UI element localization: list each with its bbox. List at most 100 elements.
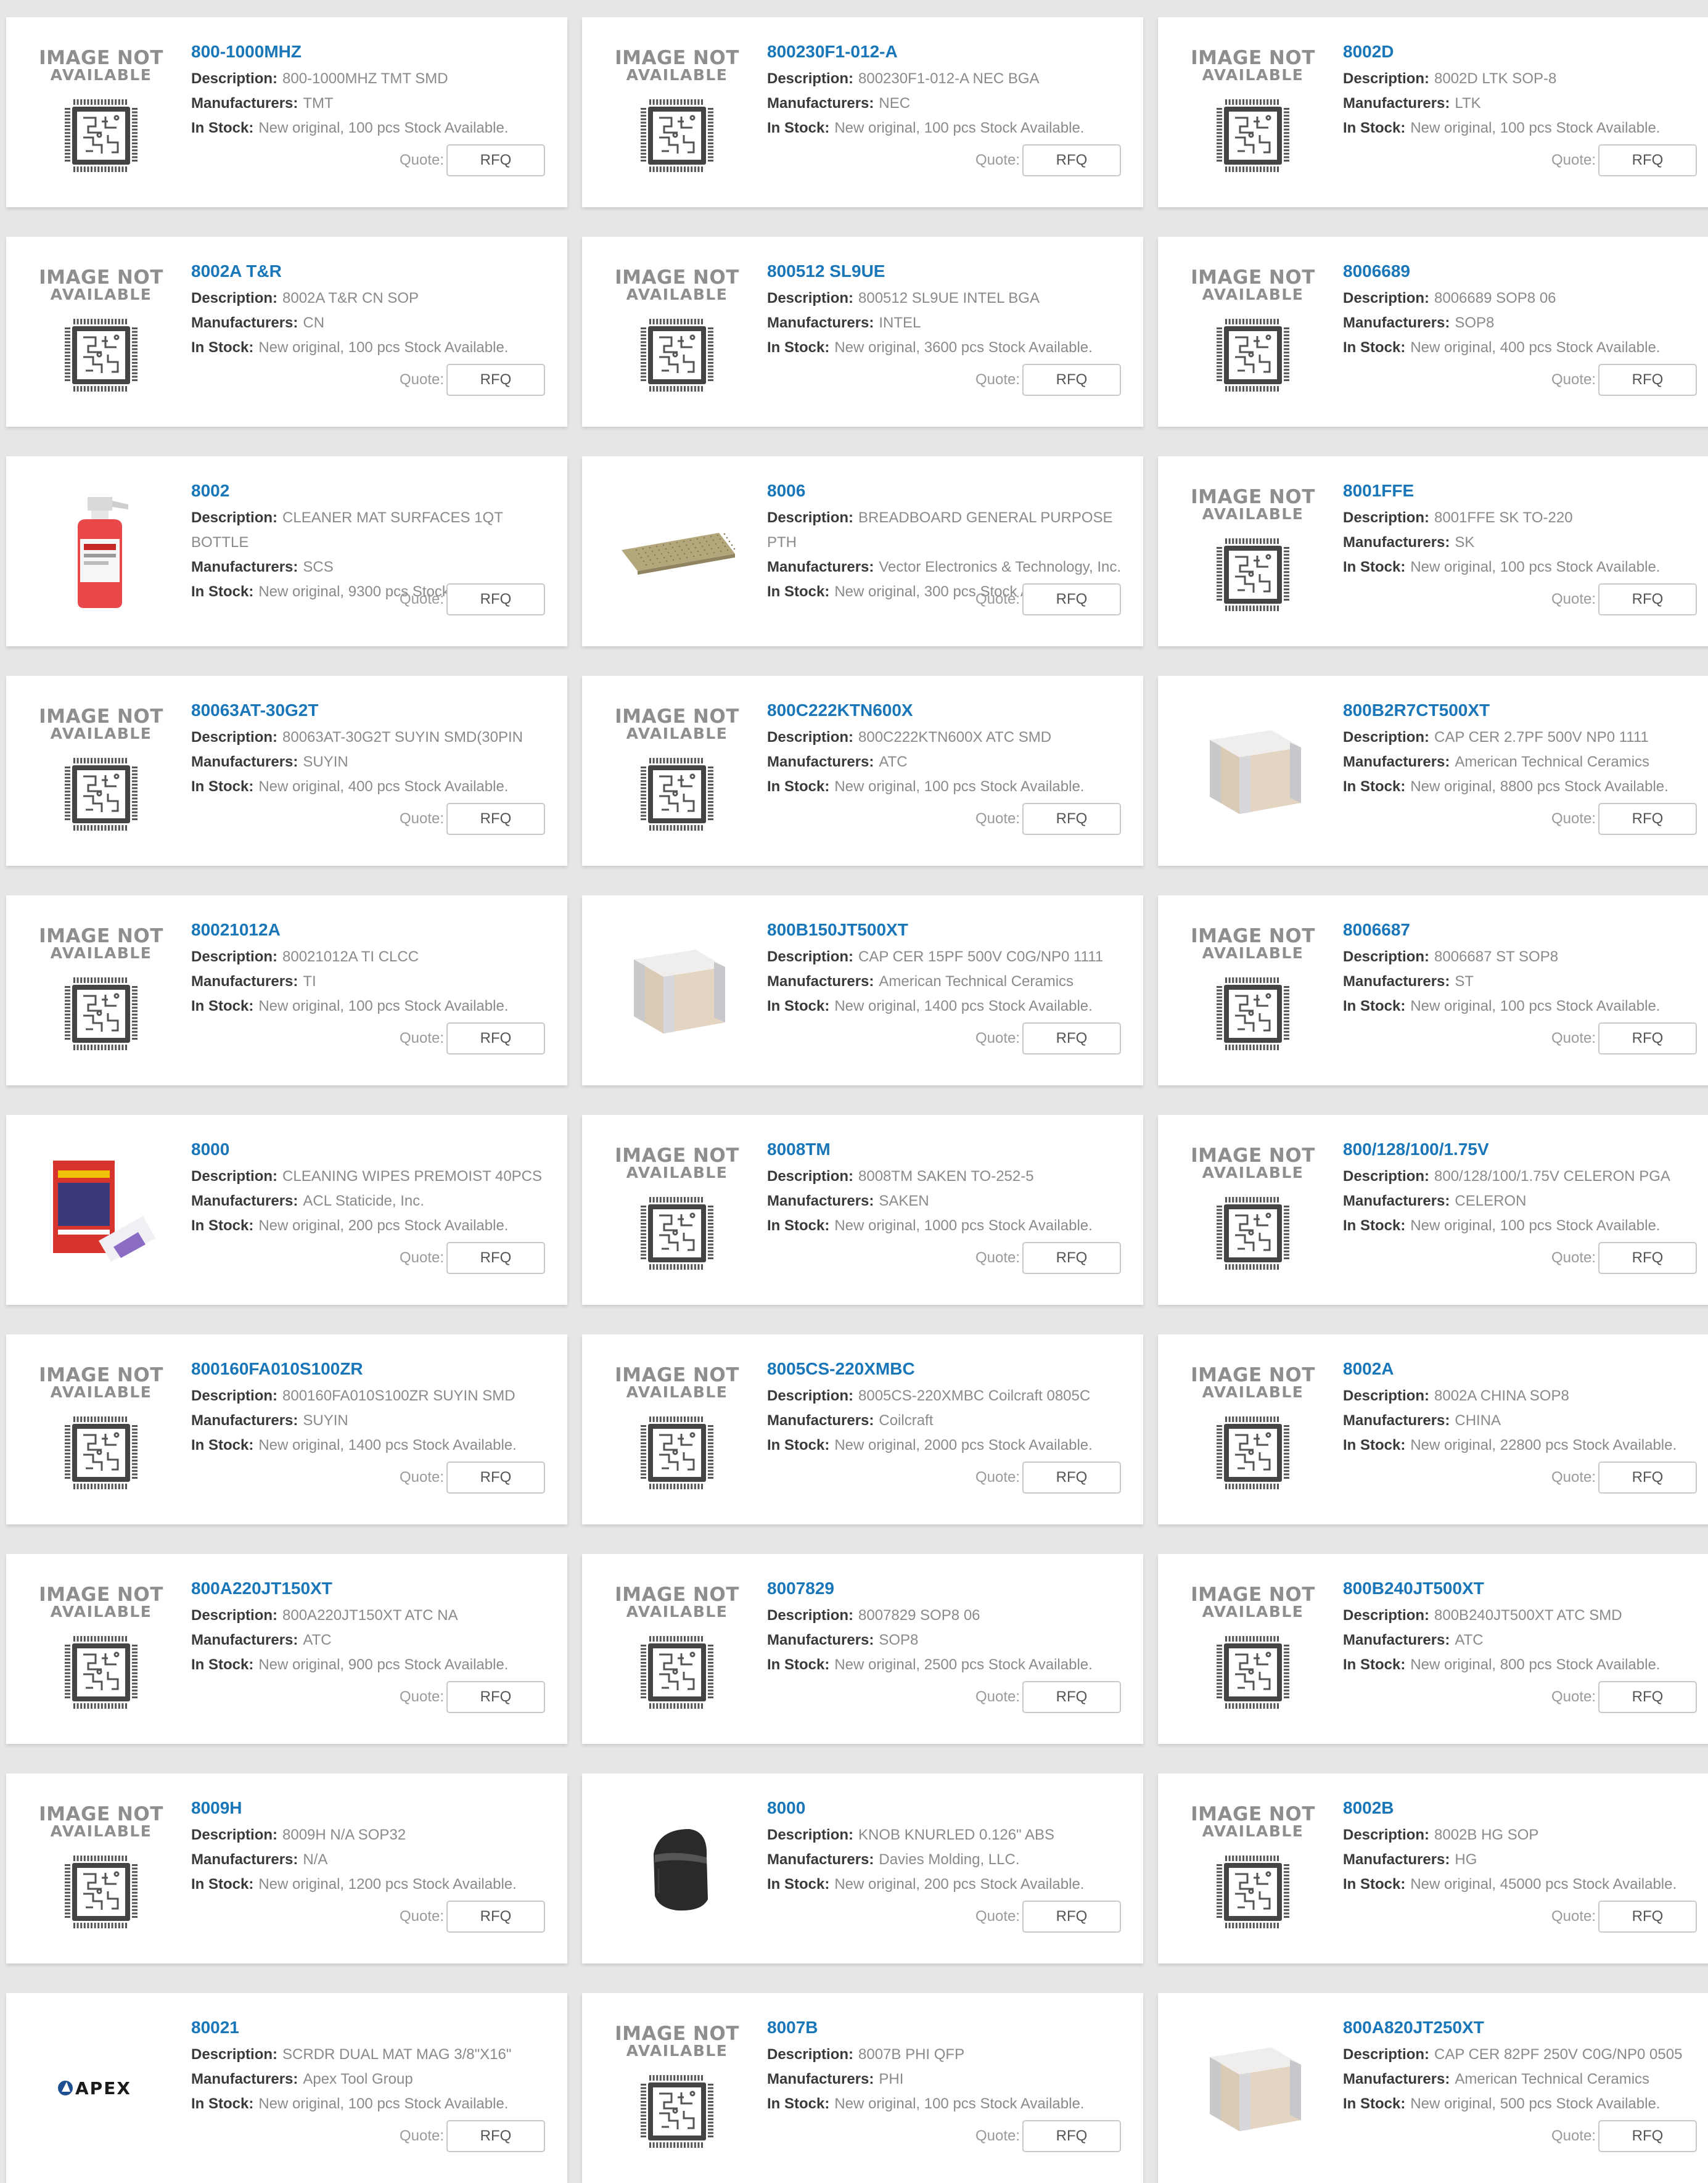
manufacturer-value: CELERON <box>1455 1193 1527 1209</box>
product-thumbnail[interactable]: IMAGE NOT AVAILABLE <box>1185 1801 1321 1936</box>
product-thumbnail[interactable]: IMAGE NOT AVAILABLE <box>1185 483 1321 619</box>
rfq-button[interactable]: RFQ <box>446 364 545 396</box>
rfq-button[interactable]: RFQ <box>1598 1242 1697 1274</box>
rfq-button[interactable]: RFQ <box>1598 364 1697 396</box>
product-thumbnail[interactable]: IMAGE NOT AVAILABLE <box>1185 923 1321 1058</box>
manufacturer-label: Manufacturers: <box>1343 1193 1450 1209</box>
stock-label: In Stock: <box>191 1656 254 1673</box>
rfq-button[interactable]: RFQ <box>446 2120 545 2152</box>
product-thumbnail[interactable]: IMAGE NOT AVAILABLE <box>1185 1362 1321 1497</box>
product-thumbnail[interactable]: IMAGE NOT AVAILABLE <box>33 1581 169 1717</box>
part-number-link[interactable]: 800512 SL9UE <box>767 258 1125 285</box>
part-number-link[interactable]: 800A820JT250XT <box>1343 2014 1701 2041</box>
product-thumbnail[interactable]: IMAGE NOT AVAILABLE <box>1185 264 1321 400</box>
product-thumbnail[interactable]: IMAGE NOT AVAILABLE <box>1185 1142 1321 1278</box>
part-number-link[interactable]: 800B240JT500XT <box>1343 1575 1701 1602</box>
part-number-link[interactable]: 8006687 <box>1343 916 1701 944</box>
product-thumbnail[interactable]: APEX <box>33 2020 169 2156</box>
product-thumbnail[interactable]: IMAGE NOT AVAILABLE <box>33 44 169 180</box>
part-number-link[interactable]: 800A220JT150XT <box>191 1575 549 1602</box>
product-thumbnail[interactable]: IMAGE NOT AVAILABLE <box>33 703 169 839</box>
product-thumbnail[interactable] <box>1185 2020 1321 2156</box>
rfq-button[interactable]: RFQ <box>1022 1462 1121 1494</box>
product-thumbnail[interactable]: IMAGE NOT AVAILABLE <box>609 44 745 180</box>
product-thumbnail[interactable]: IMAGE NOT AVAILABLE <box>1185 1581 1321 1717</box>
rfq-button[interactable]: RFQ <box>1598 1901 1697 1933</box>
product-thumbnail[interactable] <box>33 483 169 619</box>
product-thumbnail[interactable] <box>609 483 745 619</box>
part-number-link[interactable]: 800B150JT500XT <box>767 916 1125 944</box>
rfq-button[interactable]: RFQ <box>446 803 545 835</box>
rfq-button[interactable]: RFQ <box>1022 2120 1121 2152</box>
rfq-button[interactable]: RFQ <box>1022 583 1121 615</box>
rfq-button[interactable]: RFQ <box>446 1901 545 1933</box>
product-thumbnail[interactable]: IMAGE NOT AVAILABLE <box>1185 44 1321 180</box>
product-thumbnail[interactable] <box>33 1142 169 1278</box>
part-number-link[interactable]: 8002A T&R <box>191 258 549 285</box>
part-number-link[interactable]: 8000 <box>191 1136 549 1163</box>
product-thumbnail[interactable] <box>1185 703 1321 839</box>
part-number-link[interactable]: 8002D <box>1343 38 1701 65</box>
part-number-link[interactable]: 8000 <box>767 1794 1125 1822</box>
rfq-button[interactable]: RFQ <box>446 1242 545 1274</box>
part-number-link[interactable]: 8007829 <box>767 1575 1125 1602</box>
rfq-button[interactable]: RFQ <box>1598 2120 1697 2152</box>
rfq-button[interactable]: RFQ <box>1022 1242 1121 1274</box>
rfq-button[interactable]: RFQ <box>1598 1022 1697 1054</box>
image-not-available-placeholder: IMAGE NOT AVAILABLE <box>615 1146 739 1273</box>
part-number-link[interactable]: 80063AT-30G2T <box>191 697 549 724</box>
part-number-link[interactable]: 8008TM <box>767 1136 1125 1163</box>
product-thumbnail[interactable] <box>609 1801 745 1936</box>
product-card: IMAGE NOT AVAILABLE 800A220JT150XT Descr… <box>6 1554 567 1744</box>
rfq-button[interactable]: RFQ <box>1598 1462 1697 1494</box>
rfq-button[interactable]: RFQ <box>1022 803 1121 835</box>
part-number-link[interactable]: 800160FA010S100ZR <box>191 1355 549 1383</box>
chip-icon <box>1216 1400 1289 1492</box>
product-thumbnail[interactable]: IMAGE NOT AVAILABLE <box>609 1362 745 1497</box>
product-thumbnail[interactable]: IMAGE NOT AVAILABLE <box>33 264 169 400</box>
stock-row: In Stock: New original, 100 pcs Stock Ava… <box>191 116 549 141</box>
part-number-link[interactable]: 800230F1-012-A <box>767 38 1125 65</box>
image-not-available-text: AVAILABLE <box>50 724 152 742</box>
rfq-button[interactable]: RFQ <box>446 583 545 615</box>
part-number-link[interactable]: 8009H <box>191 1794 549 1822</box>
part-number-link[interactable]: 800B2R7CT500XT <box>1343 697 1701 724</box>
part-number-link[interactable]: 80021 <box>191 2014 549 2041</box>
rfq-button[interactable]: RFQ <box>1022 1022 1121 1054</box>
rfq-button[interactable]: RFQ <box>1598 144 1697 176</box>
part-number-link[interactable]: 8006689 <box>1343 258 1701 285</box>
description-label: Description: <box>767 2046 854 2063</box>
part-number-link[interactable]: 80021012A <box>191 916 549 944</box>
product-thumbnail[interactable] <box>609 923 745 1058</box>
product-thumbnail[interactable]: IMAGE NOT AVAILABLE <box>609 264 745 400</box>
rfq-button[interactable]: RFQ <box>1022 144 1121 176</box>
part-number-link[interactable]: 800-1000MHZ <box>191 38 549 65</box>
part-number-link[interactable]: 8002A <box>1343 1355 1701 1383</box>
rfq-button[interactable]: RFQ <box>1598 583 1697 615</box>
product-thumbnail[interactable]: IMAGE NOT AVAILABLE <box>609 703 745 839</box>
part-number-link[interactable]: 8002 <box>191 477 549 504</box>
rfq-button[interactable]: RFQ <box>1598 1681 1697 1713</box>
rfq-button[interactable]: RFQ <box>446 1022 545 1054</box>
rfq-button[interactable]: RFQ <box>446 1681 545 1713</box>
rfq-button[interactable]: RFQ <box>446 144 545 176</box>
product-thumbnail[interactable]: IMAGE NOT AVAILABLE <box>33 1801 169 1936</box>
rfq-button[interactable]: RFQ <box>1022 1681 1121 1713</box>
part-number-link[interactable]: 8007B <box>767 2014 1125 2041</box>
part-number-link[interactable]: 800C222KTN600X <box>767 697 1125 724</box>
product-thumbnail[interactable]: IMAGE NOT AVAILABLE <box>33 923 169 1058</box>
part-number-link[interactable]: 8001FFE <box>1343 477 1701 504</box>
product-thumbnail[interactable]: IMAGE NOT AVAILABLE <box>609 1142 745 1278</box>
product-thumbnail[interactable]: IMAGE NOT AVAILABLE <box>609 1581 745 1717</box>
product-thumbnail[interactable]: IMAGE NOT AVAILABLE <box>33 1362 169 1497</box>
part-number-link[interactable]: 8006 <box>767 477 1125 504</box>
rfq-button[interactable]: RFQ <box>1598 803 1697 835</box>
product-thumbnail[interactable]: IMAGE NOT AVAILABLE <box>609 2020 745 2156</box>
image-not-available-placeholder: IMAGE NOT AVAILABLE <box>39 48 163 175</box>
rfq-button[interactable]: RFQ <box>1022 1901 1121 1933</box>
part-number-link[interactable]: 8002B <box>1343 1794 1701 1822</box>
part-number-link[interactable]: 8005CS-220XMBC <box>767 1355 1125 1383</box>
rfq-button[interactable]: RFQ <box>1022 364 1121 396</box>
part-number-link[interactable]: 800/128/100/1.75V <box>1343 1136 1701 1163</box>
rfq-button[interactable]: RFQ <box>446 1462 545 1494</box>
